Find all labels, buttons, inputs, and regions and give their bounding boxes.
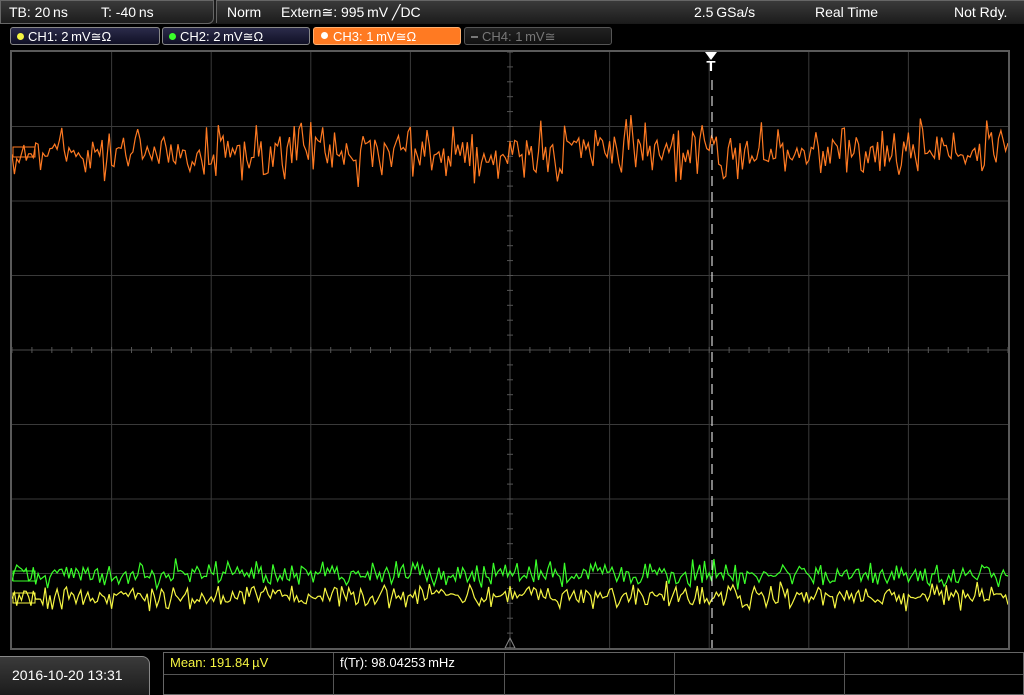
channel-2-button[interactable]: CH2: 2 mV≅Ω [162, 27, 310, 45]
trigger-marker-label: T [706, 58, 716, 75]
acq-type-readout[interactable]: Real Time [815, 1, 878, 23]
channel-1-button[interactable]: CH1: 2 mV≅Ω [10, 27, 160, 45]
mean-measurement[interactable]: Mean: 191.84 µV [164, 653, 334, 674]
measurement-slot-8[interactable] [505, 674, 675, 695]
timebase-panel[interactable]: TB: 20 ns T: -40 ns [0, 0, 214, 24]
measurement-slot-10[interactable] [845, 674, 1023, 695]
waveform-display[interactable] [10, 50, 1010, 650]
status-bar: TB: 20 ns T: -40 ns Norm Extern≅: 995 mV… [0, 0, 1024, 24]
channel-4-dash-icon [471, 36, 478, 38]
channel-1-dot-icon [17, 33, 24, 40]
channel-4-label: CH4: 1 mV≅ [482, 29, 556, 44]
ready-state-readout: Not Rdy. [954, 4, 1008, 20]
measurement-slot-5[interactable] [845, 653, 1023, 674]
measurement-slot-4[interactable] [675, 653, 845, 674]
acq-mode-readout[interactable]: Norm [227, 1, 261, 23]
measurement-slot-9[interactable] [675, 674, 845, 695]
acquisition-panel[interactable]: Norm Extern≅: 995 mV ╱DC 2.5 GSa/s Real … [216, 0, 1024, 23]
waveform-svg [11, 51, 1009, 649]
channel-1-label: CH1: 2 mV≅Ω [28, 29, 112, 44]
markers [12, 80, 713, 649]
channel-4-button[interactable]: CH4: 1 mV≅ [464, 27, 612, 45]
trigger-source-readout[interactable]: Extern≅: 995 mV ╱DC [281, 1, 421, 23]
trigger-marker[interactable]: T [703, 52, 719, 74]
frequency-measurement[interactable]: f(Tr): 98.04253 mHz [334, 653, 505, 674]
measurement-slot-6[interactable] [164, 674, 334, 695]
channel-3-button[interactable]: CH3: 1 mV≅Ω [313, 27, 461, 45]
timestamp-text: 2016-10-20 13:31 [12, 667, 123, 683]
measurement-slot-3[interactable] [505, 653, 675, 674]
timebase-readout[interactable]: TB: 20 ns [9, 1, 68, 23]
trigger-time-readout[interactable]: T: -40 ns [101, 1, 154, 23]
channel-bar: CH1: 2 mV≅Ω CH2: 2 mV≅Ω CH3: 1 mV≅Ω CH4:… [0, 24, 1024, 49]
bottom-bar: 2016-10-20 13:31 Mean: 191.84 µV f(Tr): … [0, 652, 1024, 695]
channel-2-label: CH2: 2 mV≅Ω [180, 29, 264, 44]
measurement-panel[interactable]: Mean: 191.84 µV f(Tr): 98.04253 mHz [163, 652, 1024, 695]
timestamp: 2016-10-20 13:31 [0, 656, 150, 695]
sample-rate-readout[interactable]: 2.5 GSa/s [694, 1, 755, 23]
channel-3-dot-icon [320, 31, 329, 40]
measurement-slot-7[interactable] [334, 674, 505, 695]
channel-2-dot-icon [169, 33, 176, 40]
channel-3-label: CH3: 1 mV≅Ω [333, 29, 417, 44]
